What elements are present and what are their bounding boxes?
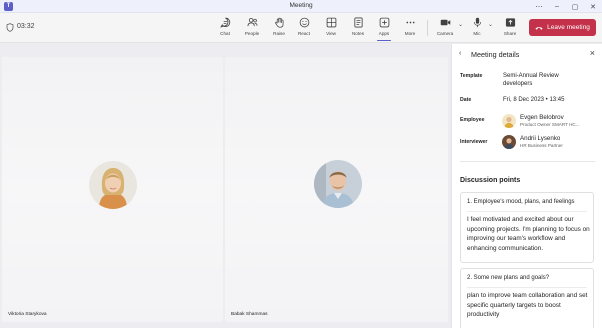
discussion-card: 2. Some new plans and goals? plan to imp… (460, 268, 594, 328)
close-window-icon[interactable]: ✕ (584, 0, 602, 13)
template-label: Template (460, 73, 483, 79)
leave-meeting-label: Leave meeting (547, 24, 590, 31)
interviewer-label: Interviewer (460, 139, 488, 145)
participant-name: Babak Shammas (231, 312, 268, 317)
camera-options-chevron-icon[interactable]: ⌄ (458, 21, 463, 28)
apps-icon (379, 17, 389, 28)
shield-icon (6, 23, 14, 32)
meeting-toolbar: 03:32 Chat People Raise React View Notes… (0, 13, 602, 43)
notes-button[interactable]: Notes (345, 16, 371, 41)
discussion-card: 1. Employee's mood, plans, and feelings … (460, 192, 594, 263)
window-controls: ⋯ – ▢ ✕ (530, 0, 602, 13)
mic-label: Mic (473, 31, 481, 36)
camera-button[interactable]: Camera (432, 16, 458, 41)
share-button[interactable]: Share (497, 16, 523, 41)
interviewer-role: HR Business Partner (520, 143, 563, 148)
react-button[interactable]: React (291, 16, 317, 41)
participant-photo-icon (314, 160, 362, 208)
react-icon (299, 17, 309, 28)
camera-label: Camera (436, 31, 454, 36)
employee-label: Employee (460, 117, 485, 123)
more-button[interactable]: More (397, 16, 423, 41)
mic-options-chevron-icon[interactable]: ⌄ (488, 21, 493, 28)
panel-title: Meeting details (471, 50, 520, 59)
close-panel-icon[interactable]: × (590, 48, 595, 58)
interviewer-name[interactable]: Andrii Lysenko (520, 135, 560, 142)
people-button[interactable]: People (239, 16, 265, 41)
raise-hand-icon (274, 17, 283, 28)
view-label: View (326, 31, 336, 36)
panel-header: ‹ Meeting details × (452, 44, 602, 64)
participant-photo-icon (89, 161, 137, 209)
discussion-question: 1. Employee's mood, plans, and feelings (467, 199, 575, 205)
video-stage: Viktoria Starykova Babak Shammas (0, 44, 451, 328)
share-icon (505, 18, 515, 27)
people-label: People (244, 31, 260, 36)
share-label: Share (503, 31, 517, 36)
employee-avatar (502, 114, 516, 128)
more-icon (405, 21, 415, 24)
card-divider (467, 287, 587, 288)
participant-name: Viktoria Starykova (8, 312, 47, 317)
raise-hand-button[interactable]: Raise (266, 16, 292, 41)
leave-meeting-button[interactable]: Leave meeting (529, 19, 596, 36)
phone-hangup-icon (535, 26, 543, 30)
discussion-answer[interactable]: plan to improve team collaboration and s… (467, 291, 591, 320)
view-icon (326, 17, 336, 28)
chat-button[interactable]: Chat (212, 16, 238, 41)
template-value-line1: Semi-Annual Review (503, 73, 559, 79)
react-label: React (297, 31, 310, 36)
minimize-icon[interactable]: – (548, 0, 566, 13)
template-value-line2: developers (503, 81, 533, 87)
mic-icon (473, 17, 481, 28)
participant-avatar (314, 160, 362, 208)
employee-name[interactable]: Evgen Belobrov (520, 114, 564, 121)
participant-avatar (89, 161, 137, 209)
raise-label: Raise (273, 31, 285, 36)
chat-icon (219, 17, 230, 28)
people-icon (247, 17, 257, 27)
back-chevron-icon[interactable]: ‹ (459, 50, 461, 57)
discussion-answer[interactable]: I feel motivated and excited about our u… (467, 215, 591, 253)
discussion-points-title: Discussion points (460, 177, 521, 184)
meeting-details-panel: ‹ Meeting details × Template Semi-Annual… (451, 44, 602, 328)
mic-button[interactable]: Mic (464, 16, 490, 41)
date-label: Date (460, 97, 472, 103)
ellipsis-icon[interactable]: ⋯ (530, 0, 548, 13)
toolbar-divider (427, 20, 428, 36)
maximize-icon[interactable]: ▢ (566, 0, 584, 13)
card-divider (467, 211, 587, 212)
employee-role: Product Owner SMART HC... (520, 122, 580, 127)
camera-icon (440, 19, 450, 26)
notes-icon (353, 17, 363, 28)
participant-tile[interactable]: Viktoria Starykova (2, 57, 223, 322)
date-value: Fri, 8 Dec 2023 • 13:45 (503, 97, 565, 103)
notes-label: Notes (351, 31, 364, 36)
window-title: Meeting (289, 2, 313, 9)
more-label: More (404, 31, 416, 36)
title-bar: T Meeting ⋯ – ▢ ✕ (0, 0, 602, 13)
panel-divider (460, 161, 595, 162)
template-value: Semi-Annual Review developers (503, 72, 559, 88)
discussion-question: 2. Some new plans and goals? (467, 275, 550, 281)
apps-button[interactable]: Apps (371, 16, 397, 41)
apps-label: Apps (378, 31, 390, 36)
view-button[interactable]: View (318, 16, 344, 41)
chat-label: Chat (220, 31, 230, 36)
interviewer-avatar (502, 135, 516, 149)
participant-tile[interactable]: Babak Shammas (225, 57, 448, 322)
meeting-timer: 03:32 (17, 23, 35, 30)
